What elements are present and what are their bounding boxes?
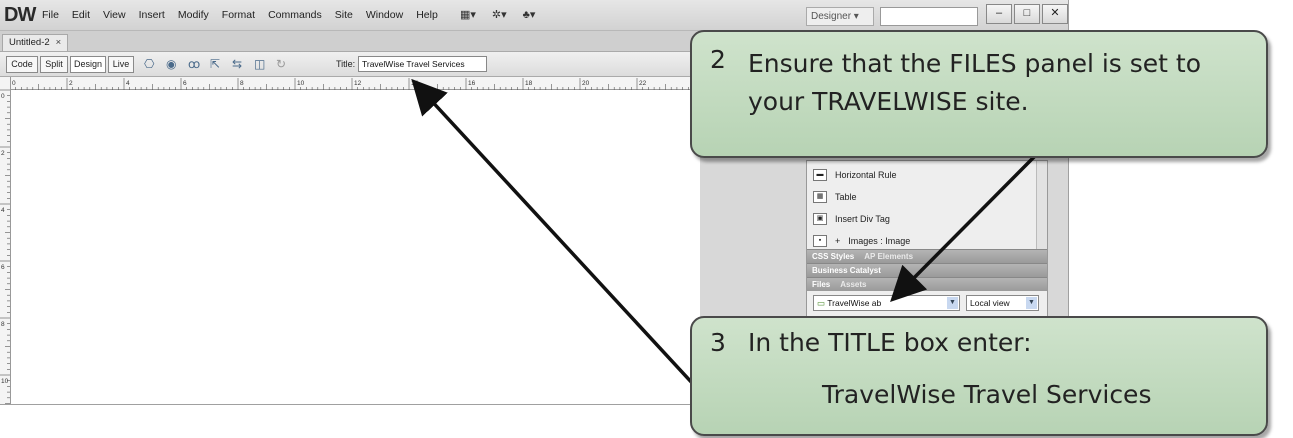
insert-item-div-tag[interactable]: ▣ Insert Div Tag (813, 213, 890, 225)
multiscreen-icon[interactable]: ꝏ (188, 57, 200, 71)
horizontal-ruler: 0 2 4 6 8 10 12 14 16 18 20 22 (9, 77, 701, 90)
ruler-label: 12 (354, 80, 362, 87)
ruler-label: 4 (126, 80, 130, 87)
step-number: 2 (710, 45, 726, 74)
ruler-label: 0 (1, 93, 5, 100)
business-catalyst-header[interactable]: Business Catalyst (807, 263, 1047, 277)
step-number: 3 (710, 328, 726, 357)
ruler-label: 10 (1, 378, 9, 385)
menu-help[interactable]: Help (416, 9, 438, 21)
menu-modify[interactable]: Modify (178, 9, 209, 21)
inspect-icon[interactable]: ◉ (166, 57, 176, 71)
ruler-label: 20 (582, 80, 590, 87)
step-text: Ensure that the FILES panel is set to yo… (748, 49, 1202, 116)
split-view-button[interactable]: Split (40, 56, 68, 73)
visual-aids-icon[interactable]: ◫ (254, 57, 265, 71)
code-view-button[interactable]: Code (6, 56, 38, 73)
files-panel-controls: ▭ TravelWise ab ▼ Local view ▼ (813, 295, 1039, 311)
document-toolbar: Code Split Design Live ⎔ ◉ ꝏ ⇱ ⇆ ◫ ↻ Tit… (0, 52, 700, 77)
ruler-label: 16 (468, 80, 476, 87)
menu-window[interactable]: Window (366, 9, 403, 21)
maximize-button[interactable]: □ (1014, 4, 1040, 24)
step-text: In the TITLE box enter: (748, 328, 1032, 357)
menu-commands[interactable]: Commands (268, 9, 322, 21)
ruler-label: 14 (411, 80, 419, 87)
insert-panel: ▬ Horizontal Rule ▦ Table ▣ Insert Div Tag … (806, 160, 1048, 320)
ruler-label: 8 (240, 80, 244, 87)
ruler-label: 2 (1, 150, 5, 157)
table-icon: ▦ (813, 191, 827, 203)
title-label: Title: (336, 59, 356, 69)
menu-edit[interactable]: Edit (72, 9, 90, 21)
tab-ap-elements[interactable]: AP Elements (859, 252, 918, 261)
menu-file[interactable]: File (42, 9, 59, 21)
app-logo: DW (4, 4, 36, 26)
menu-bar: DW File Edit View Insert Modify Format C… (0, 0, 1068, 31)
ruler-label: 6 (183, 80, 187, 87)
tab-assets[interactable]: Assets (835, 280, 871, 289)
ruler-label: 22 (639, 80, 647, 87)
close-button[interactable]: ✕ (1042, 4, 1068, 24)
tab-css-styles[interactable]: CSS Styles (807, 252, 859, 261)
ruler-label: 0 (12, 80, 16, 87)
document-tab-bar: Untitled-2 × (0, 31, 700, 52)
insert-item-image[interactable]: ▪ + Images : Image (813, 235, 910, 247)
horizontal-rule-icon: ▬ (813, 169, 827, 181)
files-panel-header[interactable]: Files Assets (807, 277, 1047, 291)
callout-step-2: 2 Ensure that the FILES panel is set to … (690, 30, 1268, 158)
ruler-label: 18 (525, 80, 533, 87)
window-controls: – □ ✕ (986, 4, 1068, 24)
menu-format[interactable]: Format (222, 9, 255, 21)
workspace-switcher[interactable]: Designer ▾ (806, 7, 874, 26)
css-panel-header[interactable]: CSS Styles AP Elements (807, 249, 1047, 263)
vertical-ruler: 0 2 4 6 8 10 (0, 77, 11, 404)
menu-items: File Edit View Insert Modify Format Comm… (42, 9, 438, 21)
horizontal-ruler-ticks: 0 2 4 6 8 10 12 14 16 18 20 22 (9, 78, 701, 90)
div-tag-icon: ▣ (813, 213, 827, 225)
design-view-canvas[interactable] (11, 90, 700, 404)
chevron-down-icon: ▼ (947, 297, 958, 309)
ruler-label: 4 (1, 207, 5, 214)
file-management-icon[interactable]: ⇆ (232, 57, 242, 71)
refresh-icon[interactable]: ↻ (276, 57, 286, 71)
menu-insert[interactable]: Insert (139, 9, 165, 21)
site-select[interactable]: ▭ TravelWise ab ▼ (813, 295, 960, 311)
callout-step-3: 3 In the TITLE box enter: TravelWise Tra… (690, 316, 1268, 436)
extend-icon[interactable]: ✲▾ (492, 8, 507, 21)
ruler-label: 8 (1, 321, 5, 328)
live-view-button[interactable]: Live (108, 56, 134, 73)
vertical-ruler-ticks: 0 2 4 6 8 10 (0, 89, 10, 404)
view-select[interactable]: Local view ▼ (966, 295, 1039, 311)
folder-icon: ▭ (817, 298, 826, 308)
menu-bar-icons: ▦▾ ✲▾ ♣▾ (460, 8, 535, 21)
insert-item-horizontal-rule[interactable]: ▬ Horizontal Rule (813, 169, 897, 181)
ruler-label: 10 (297, 80, 305, 87)
image-icon: ▪ (813, 235, 827, 247)
step-entry-text: TravelWise Travel Services (822, 380, 1152, 409)
ruler-label: 2 (69, 80, 73, 87)
chevron-down-icon: ▼ (1026, 297, 1037, 309)
tab-close-icon[interactable]: × (56, 37, 62, 48)
preview-icon[interactable]: ⇱ (210, 57, 220, 71)
minimize-button[interactable]: – (986, 4, 1012, 24)
design-view-button[interactable]: Design (70, 56, 106, 73)
live-code-icon[interactable]: ⎔ (144, 57, 154, 71)
insert-item-table[interactable]: ▦ Table (813, 191, 857, 203)
help-search-input[interactable] (880, 7, 978, 26)
menu-view[interactable]: View (103, 9, 126, 21)
title-input[interactable]: TravelWise Travel Services (358, 56, 487, 72)
document-tab[interactable]: Untitled-2 × (2, 34, 69, 51)
menu-site[interactable]: Site (335, 9, 353, 21)
tab-files[interactable]: Files (807, 280, 835, 289)
ruler-label: 6 (1, 264, 5, 271)
layout-icon[interactable]: ▦▾ (460, 8, 476, 21)
site-icon[interactable]: ♣▾ (523, 8, 536, 21)
